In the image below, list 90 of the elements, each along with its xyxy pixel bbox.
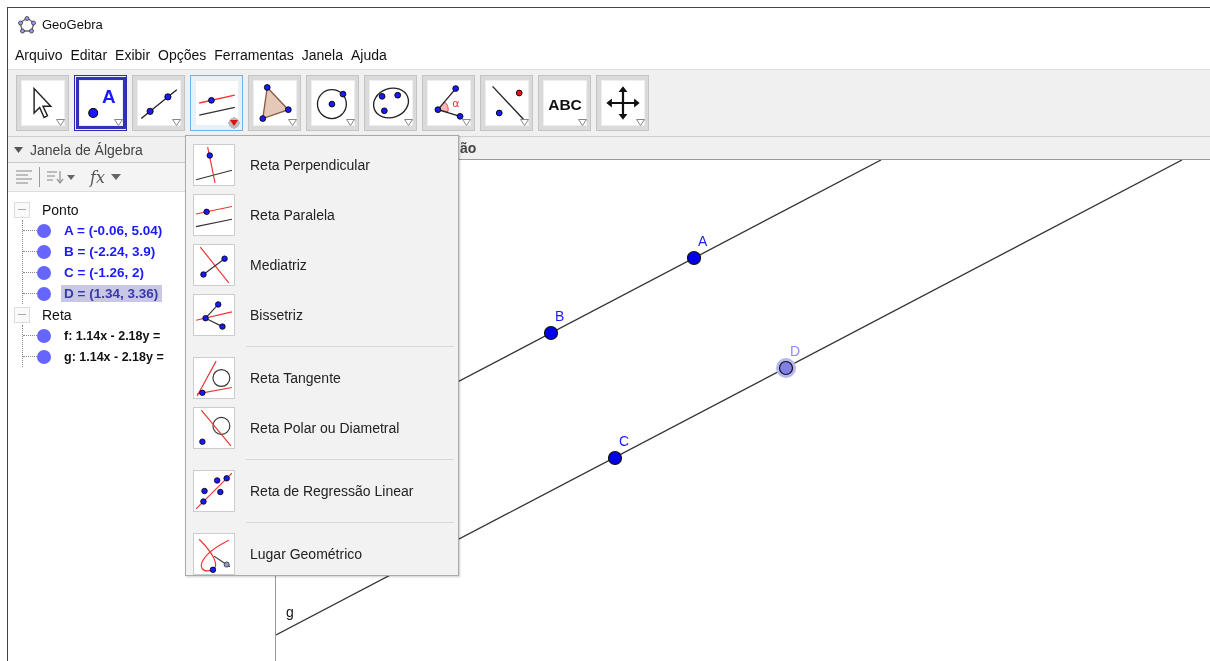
object-entry[interactable]: A = (-0.06, 5.04) — [61, 222, 167, 239]
caret-icon — [56, 119, 65, 126]
regression-line-icon — [195, 472, 233, 510]
collapse-icon[interactable] — [14, 146, 23, 153]
object-entry[interactable]: g: 1.14x - 2.18y = — [61, 348, 168, 365]
parallel-lines-icon — [195, 206, 233, 228]
tree-group-label: Reta — [42, 306, 72, 323]
visibility-dot[interactable] — [37, 244, 51, 259]
point[interactable] — [607, 450, 623, 466]
menu-item[interactable]: Ferramentas — [214, 47, 294, 63]
tool-menu-item[interactable]: Reta Tangente — [186, 353, 458, 403]
tool-button[interactable] — [596, 75, 649, 131]
app-logo-icon — [18, 15, 36, 34]
tool-button[interactable] — [16, 75, 69, 131]
triangle-icon — [258, 84, 292, 122]
caret-icon — [636, 119, 645, 126]
point[interactable] — [686, 250, 702, 266]
menu-item[interactable]: Exibir — [115, 47, 151, 63]
locus-curve-icon — [198, 538, 231, 573]
visibility-dot[interactable] — [37, 223, 51, 238]
menu-item[interactable]: Arquivo — [15, 47, 63, 63]
tool-button[interactable]: α — [422, 75, 475, 131]
point-label: A — [698, 233, 708, 249]
tool-menu-item[interactable]: Lugar Geométrico — [186, 529, 458, 579]
caret-icon — [404, 119, 413, 126]
point[interactable] — [543, 325, 559, 341]
menu-item[interactable]: Janela — [301, 47, 343, 63]
collapse-toggle[interactable] — [14, 306, 30, 323]
parallel-lines-icon — [198, 94, 235, 116]
menu-item[interactable]: Editar — [70, 47, 108, 63]
function-button[interactable]: fx — [82, 167, 105, 187]
tool-menu-item[interactable]: Reta Polar ou Diametral — [186, 403, 458, 453]
caret-icon — [462, 119, 471, 126]
collapse-toggle[interactable] — [14, 201, 30, 218]
tool-button[interactable] — [364, 75, 417, 131]
point-icon — [87, 108, 98, 118]
tool-button[interactable] — [306, 75, 359, 131]
object-entry[interactable]: f: 1.14x - 2.18y = — [61, 327, 165, 344]
circle-icon — [316, 89, 347, 120]
line-and-points-icon — [491, 85, 525, 122]
tool-button[interactable] — [480, 75, 533, 131]
tool-button[interactable]: A — [74, 75, 127, 131]
tool-menu-item[interactable]: Bissetriz — [186, 290, 458, 340]
visibility-dot[interactable] — [37, 265, 51, 280]
caret-icon — [172, 119, 181, 126]
menu-item[interactable]: Opções — [158, 47, 207, 63]
angle-icon — [434, 85, 463, 120]
point-label: C — [619, 433, 630, 449]
visibility-dot[interactable] — [37, 286, 51, 301]
visibility-dot[interactable] — [37, 328, 51, 343]
polar-line-icon — [199, 409, 232, 447]
point-label: D — [790, 343, 801, 359]
icon-label: A — [101, 86, 116, 107]
menu-item[interactable]: Ajuda — [350, 47, 387, 63]
menu-open-icon — [227, 117, 241, 129]
perpendicular-line-icon — [195, 146, 233, 184]
tool-button[interactable] — [190, 75, 243, 131]
caret-icon — [346, 119, 355, 126]
object-entry[interactable]: B = (-2.24, 3.9) — [61, 243, 160, 260]
tool-menu-item[interactable]: Mediatriz — [186, 240, 458, 290]
object-entry[interactable]: D = (1.34, 3.36) — [61, 285, 163, 302]
window-title: GeoGebra — [42, 17, 103, 32]
caret-icon — [288, 119, 297, 126]
icon-label: ABC — [547, 95, 582, 113]
four-way-arrow-icon — [605, 86, 640, 120]
visibility-dot[interactable] — [37, 349, 51, 364]
line-label: g — [286, 604, 294, 620]
tree-group-label: Ponto — [42, 201, 79, 218]
caret-icon — [114, 119, 123, 126]
arrow-cursor-icon — [32, 86, 52, 119]
point-label: B — [555, 308, 565, 324]
object-entry[interactable]: C = (-1.26, 2) — [61, 264, 148, 281]
segment-bisector-icon — [199, 246, 230, 284]
tool-menu-item[interactable]: Reta Perpendicular — [186, 140, 458, 190]
line-icon — [140, 89, 177, 120]
caret-icon[interactable] — [110, 174, 121, 180]
caret-icon — [578, 119, 587, 126]
angle-bisector-icon — [195, 301, 233, 330]
tool-menu-item[interactable]: Reta de Regressão Linear — [186, 466, 458, 516]
tool-button[interactable] — [248, 75, 301, 131]
tool-menu-item[interactable]: Reta Paralela — [186, 190, 458, 240]
icon-label: α — [451, 97, 460, 111]
tool-button[interactable]: ABC — [538, 75, 591, 131]
panel-title: ão — [460, 140, 477, 156]
tangent-lines-icon — [196, 360, 233, 397]
panel-title: Janela de Álgebra — [30, 141, 143, 158]
sort-icon[interactable] — [46, 169, 76, 185]
caret-icon — [520, 119, 529, 126]
ellipse-icon — [372, 87, 409, 119]
tool-button[interactable] — [132, 75, 185, 131]
